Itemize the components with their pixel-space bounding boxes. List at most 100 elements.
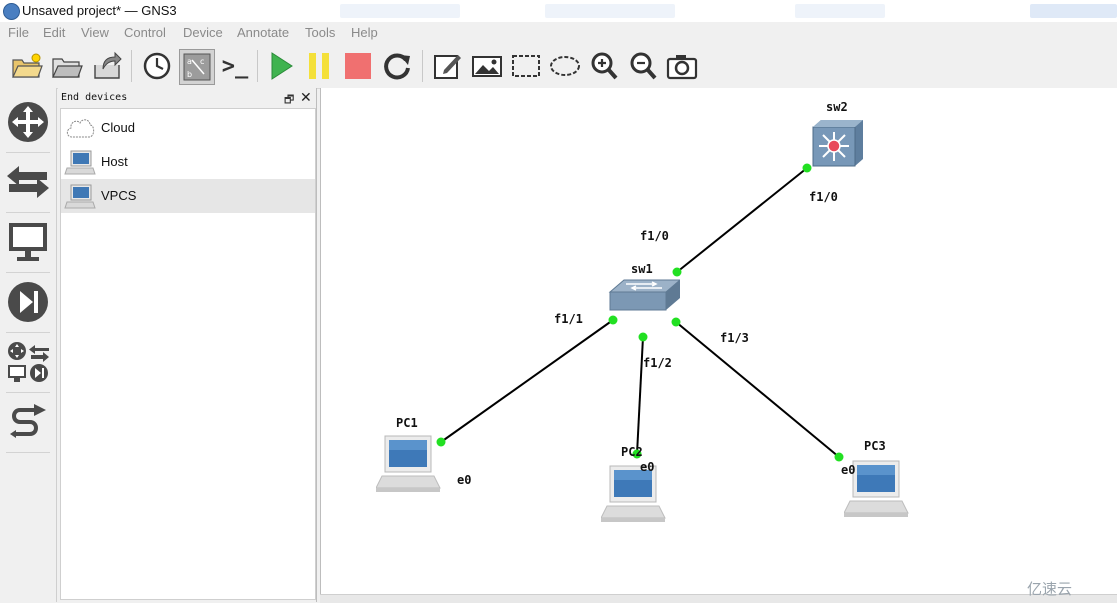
list-item-cloud[interactable]: Cloud (61, 111, 315, 145)
toolbar-separator (422, 50, 423, 82)
play-icon (271, 52, 293, 80)
ellipse-icon (550, 56, 580, 76)
background-tab (1030, 4, 1117, 18)
menu-edit[interactable]: Edit (43, 25, 65, 40)
stop-all-button[interactable] (341, 49, 375, 83)
interface-labels-icon: a cb (183, 53, 211, 81)
device-label: Host (101, 154, 128, 169)
port-label: e0 (841, 463, 856, 477)
security-devices-button[interactable] (4, 276, 52, 328)
link-sw1-pc3[interactable] (675, 321, 840, 458)
new-project-button[interactable] (10, 49, 44, 83)
screenshot-button[interactable] (665, 49, 699, 83)
node-label-pc1: PC1 (396, 416, 418, 430)
multilayer-switch-icon (812, 120, 863, 167)
console-icon: >_ (221, 53, 249, 79)
end-devices-dock: End devices 🗗 ✕ Cloud Host VPCS (58, 88, 317, 602)
link-sw1-pc2[interactable] (636, 336, 644, 455)
node-pc1[interactable] (376, 432, 442, 494)
start-all-button[interactable] (264, 49, 298, 83)
console-all-button[interactable]: >_ (218, 49, 252, 83)
menu-control[interactable]: Control (124, 25, 166, 40)
port-label: e0 (640, 460, 655, 474)
background-tab (545, 4, 675, 18)
menu-tools[interactable]: Tools (305, 25, 335, 40)
port-status-dot (608, 315, 618, 325)
menu-view[interactable]: View (81, 25, 109, 40)
monitor-icon (9, 223, 47, 261)
snapshot-button[interactable] (140, 49, 174, 83)
node-sw1[interactable] (608, 278, 680, 312)
port-label: e0 (457, 473, 472, 487)
svg-text:a: a (187, 57, 192, 66)
draw-ellipse-button[interactable] (548, 49, 582, 83)
ethernet-switch-icon (608, 279, 680, 311)
switch-arrows-icon (7, 166, 49, 198)
title-bar: Unsaved project* — GNS3 (0, 0, 1117, 23)
divider (6, 152, 50, 153)
camera-icon (666, 55, 698, 80)
menu-annotate[interactable]: Annotate (237, 25, 289, 40)
close-dock-icon[interactable]: ✕ (300, 89, 312, 106)
divider (6, 212, 50, 213)
all-devices-button[interactable] (4, 336, 52, 388)
port-label: f1/1 (554, 312, 583, 326)
background-tab (795, 4, 885, 18)
node-sw2[interactable] (811, 119, 863, 167)
port-label: f1/0 (809, 190, 838, 204)
dock-header: End devices 🗗 ✕ (58, 88, 316, 108)
menu-file[interactable]: File (8, 25, 29, 40)
gns3-app-icon (3, 3, 20, 20)
port-label: f1/0 (640, 229, 669, 243)
all-devices-icon (8, 342, 49, 382)
pause-icon (309, 53, 329, 79)
suspend-all-button[interactable] (302, 49, 336, 83)
node-label-sw1: sw1 (631, 262, 653, 276)
add-link-button[interactable] (4, 396, 52, 448)
node-pc2[interactable] (601, 462, 667, 524)
host-icon (64, 150, 96, 175)
device-label: Cloud (101, 120, 135, 135)
node-label-sw2: sw2 (826, 100, 848, 114)
router-icon (8, 102, 48, 142)
background-tab (340, 4, 460, 18)
stop-icon (345, 53, 371, 79)
svg-text:b: b (187, 70, 192, 79)
reload-all-button[interactable] (380, 49, 414, 83)
draw-rectangle-button[interactable] (509, 49, 543, 83)
node-label-pc2: PC2 (621, 445, 643, 459)
zoom-in-button[interactable] (587, 49, 621, 83)
routers-button[interactable] (4, 96, 52, 148)
menu-help[interactable]: Help (351, 25, 378, 40)
rectangle-icon (512, 55, 540, 77)
add-note-button[interactable] (430, 49, 464, 83)
vpcs-icon (64, 184, 96, 209)
device-label: VPCS (101, 188, 137, 203)
open-project-button[interactable] (50, 49, 84, 83)
new-project-icon (12, 53, 43, 78)
switches-button[interactable] (4, 156, 52, 208)
end-devices-button[interactable] (4, 216, 52, 268)
topology-canvas[interactable]: sw2 sw1 PC1 PC2 PC3 f1/0 f1/0 f1/1 f1/2 … (320, 88, 1117, 602)
menu-device[interactable]: Device (183, 25, 223, 40)
show-interface-labels-button[interactable]: acb (179, 49, 215, 85)
list-item-vpcs[interactable]: VPCS (61, 179, 315, 213)
watermark: 亿速云 (1027, 581, 1073, 598)
edit-note-icon (434, 55, 461, 79)
divider (6, 272, 50, 273)
port-status-dot (638, 332, 648, 342)
link-sw1-pc1[interactable] (440, 319, 614, 443)
port-status-dot (671, 317, 681, 327)
svg-text:c: c (200, 57, 204, 66)
main-toolbar: acb >_ (0, 44, 1117, 89)
insert-image-button[interactable] (470, 49, 504, 83)
dock-title: End devices (61, 92, 128, 103)
image-icon (472, 56, 502, 77)
port-label: f1/3 (720, 331, 749, 345)
links-layer (436, 163, 844, 462)
device-type-bar (0, 88, 57, 602)
zoom-out-button[interactable] (626, 49, 660, 83)
list-item-host[interactable]: Host (61, 145, 315, 179)
save-project-button[interactable] (90, 49, 124, 83)
link-sw1-sw2[interactable] (676, 167, 808, 273)
